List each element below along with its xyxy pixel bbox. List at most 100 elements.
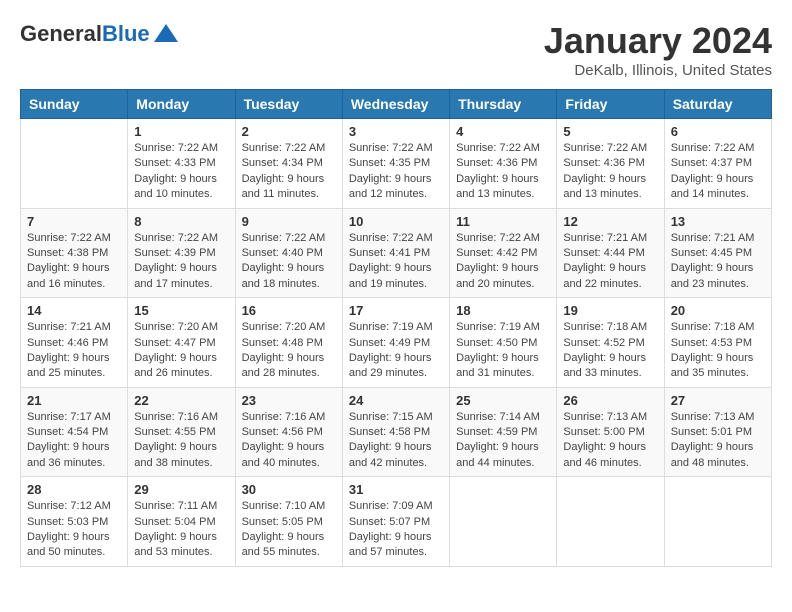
day-number: 13 — [671, 214, 765, 229]
day-info: Sunrise: 7:22 AM Sunset: 4:36 PM Dayligh… — [456, 141, 550, 203]
day-cell: 8 Sunrise: 7:22 AM Sunset: 4:39 PM Daylig… — [128, 208, 235, 298]
day-info: Sunrise: 7:20 AM Sunset: 4:48 PM Dayligh… — [242, 320, 336, 382]
day-number: 26 — [563, 393, 657, 408]
day-cell — [557, 477, 664, 567]
day-cell: 13 Sunrise: 7:21 AM Sunset: 4:45 PM Dayli… — [664, 208, 771, 298]
day-cell — [664, 477, 771, 567]
day-cell: 17 Sunrise: 7:19 AM Sunset: 4:49 PM Dayli… — [342, 298, 449, 388]
day-number: 12 — [563, 214, 657, 229]
week-row-1: 1Sunrise: 7:22 AM Sunset: 4:33 PM Daylig… — [21, 119, 772, 209]
day-cell — [450, 477, 557, 567]
day-info: Sunrise: 7:21 AM Sunset: 4:46 PM Dayligh… — [27, 320, 121, 382]
column-header-friday: Friday — [557, 90, 664, 119]
day-info: Sunrise: 7:22 AM Sunset: 4:33 PM Dayligh… — [134, 141, 228, 203]
week-row-2: 7Sunrise: 7:22 AM Sunset: 4:38 PM Daylig… — [21, 208, 772, 298]
day-number: 18 — [456, 303, 550, 318]
day-cell: 22 Sunrise: 7:16 AM Sunset: 4:55 PM Dayli… — [128, 387, 235, 477]
day-number: 14 — [27, 303, 121, 318]
day-info: Sunrise: 7:09 AM Sunset: 5:07 PM Dayligh… — [349, 499, 443, 561]
day-number: 9 — [242, 214, 336, 229]
column-header-tuesday: Tuesday — [235, 90, 342, 119]
day-info: Sunrise: 7:22 AM Sunset: 4:39 PM Dayligh… — [134, 231, 228, 293]
day-number: 17 — [349, 303, 443, 318]
day-cell: 1Sunrise: 7:22 AM Sunset: 4:33 PM Daylig… — [128, 119, 235, 209]
day-cell: 10 Sunrise: 7:22 AM Sunset: 4:41 PM Dayli… — [342, 208, 449, 298]
day-cell: 28Sunrise: 7:12 AM Sunset: 5:03 PM Dayli… — [21, 477, 128, 567]
header-row: SundayMondayTuesdayWednesdayThursdayFrid… — [21, 90, 772, 119]
day-cell — [21, 119, 128, 209]
day-cell: 27 Sunrise: 7:13 AM Sunset: 5:01 PM Dayli… — [664, 387, 771, 477]
day-info: Sunrise: 7:18 AM Sunset: 4:53 PM Dayligh… — [671, 320, 765, 382]
day-info: Sunrise: 7:22 AM Sunset: 4:37 PM Dayligh… — [671, 141, 765, 203]
day-number: 20 — [671, 303, 765, 318]
day-number: 23 — [242, 393, 336, 408]
day-number: 30 — [242, 482, 336, 497]
day-cell: 14 Sunrise: 7:21 AM Sunset: 4:46 PM Dayli… — [21, 298, 128, 388]
day-cell: 18 Sunrise: 7:19 AM Sunset: 4:50 PM Dayli… — [450, 298, 557, 388]
day-info: Sunrise: 7:22 AM Sunset: 4:36 PM Dayligh… — [563, 141, 657, 203]
day-cell: 21 Sunrise: 7:17 AM Sunset: 4:54 PM Dayli… — [21, 387, 128, 477]
column-header-monday: Monday — [128, 90, 235, 119]
day-cell: 7Sunrise: 7:22 AM Sunset: 4:38 PM Daylig… — [21, 208, 128, 298]
day-number: 7 — [27, 214, 121, 229]
logo-general: GeneralBlue — [20, 21, 150, 47]
day-info: Sunrise: 7:22 AM Sunset: 4:42 PM Dayligh… — [456, 231, 550, 293]
day-number: 4 — [456, 124, 550, 139]
day-cell: 2Sunrise: 7:22 AM Sunset: 4:34 PM Daylig… — [235, 119, 342, 209]
day-info: Sunrise: 7:12 AM Sunset: 5:03 PM Dayligh… — [27, 499, 121, 561]
calendar-body: 1Sunrise: 7:22 AM Sunset: 4:33 PM Daylig… — [21, 119, 772, 567]
column-header-saturday: Saturday — [664, 90, 771, 119]
day-info: Sunrise: 7:10 AM Sunset: 5:05 PM Dayligh… — [242, 499, 336, 561]
day-cell: 12 Sunrise: 7:21 AM Sunset: 4:44 PM Dayli… — [557, 208, 664, 298]
day-info: Sunrise: 7:16 AM Sunset: 4:55 PM Dayligh… — [134, 410, 228, 472]
day-info: Sunrise: 7:14 AM Sunset: 4:59 PM Dayligh… — [456, 410, 550, 472]
day-cell: 5 Sunrise: 7:22 AM Sunset: 4:36 PM Daylig… — [557, 119, 664, 209]
day-info: Sunrise: 7:22 AM Sunset: 4:34 PM Dayligh… — [242, 141, 336, 203]
day-number: 19 — [563, 303, 657, 318]
day-info: Sunrise: 7:15 AM Sunset: 4:58 PM Dayligh… — [349, 410, 443, 472]
day-info: Sunrise: 7:21 AM Sunset: 4:45 PM Dayligh… — [671, 231, 765, 293]
day-info: Sunrise: 7:13 AM Sunset: 5:00 PM Dayligh… — [563, 410, 657, 472]
day-info: Sunrise: 7:22 AM Sunset: 4:40 PM Dayligh… — [242, 231, 336, 293]
day-info: Sunrise: 7:19 AM Sunset: 4:50 PM Dayligh… — [456, 320, 550, 382]
day-number: 6 — [671, 124, 765, 139]
day-cell: 6 Sunrise: 7:22 AM Sunset: 4:37 PM Daylig… — [664, 119, 771, 209]
day-info: Sunrise: 7:22 AM Sunset: 4:35 PM Dayligh… — [349, 141, 443, 203]
day-info: Sunrise: 7:11 AM Sunset: 5:04 PM Dayligh… — [134, 499, 228, 561]
day-number: 11 — [456, 214, 550, 229]
main-title: January 2024 — [544, 20, 772, 62]
logo-icon — [152, 20, 180, 48]
day-cell: 3 Sunrise: 7:22 AM Sunset: 4:35 PM Daylig… — [342, 119, 449, 209]
day-number: 3 — [349, 124, 443, 139]
week-row-5: 28Sunrise: 7:12 AM Sunset: 5:03 PM Dayli… — [21, 477, 772, 567]
day-number: 10 — [349, 214, 443, 229]
day-info: Sunrise: 7:18 AM Sunset: 4:52 PM Dayligh… — [563, 320, 657, 382]
day-info: Sunrise: 7:22 AM Sunset: 4:41 PM Dayligh… — [349, 231, 443, 293]
week-row-3: 14 Sunrise: 7:21 AM Sunset: 4:46 PM Dayli… — [21, 298, 772, 388]
day-number: 22 — [134, 393, 228, 408]
day-number: 15 — [134, 303, 228, 318]
header: GeneralBlue January 2024 DeKalb, Illinoi… — [20, 20, 772, 79]
day-cell: 26 Sunrise: 7:13 AM Sunset: 5:00 PM Dayli… — [557, 387, 664, 477]
day-info: Sunrise: 7:13 AM Sunset: 5:01 PM Dayligh… — [671, 410, 765, 472]
day-cell: 23 Sunrise: 7:16 AM Sunset: 4:56 PM Dayli… — [235, 387, 342, 477]
day-number: 27 — [671, 393, 765, 408]
calendar-header: SundayMondayTuesdayWednesdayThursdayFrid… — [21, 90, 772, 119]
day-cell: 4 Sunrise: 7:22 AM Sunset: 4:36 PM Daylig… — [450, 119, 557, 209]
column-header-wednesday: Wednesday — [342, 90, 449, 119]
day-info: Sunrise: 7:16 AM Sunset: 4:56 PM Dayligh… — [242, 410, 336, 472]
day-number: 16 — [242, 303, 336, 318]
day-info: Sunrise: 7:20 AM Sunset: 4:47 PM Dayligh… — [134, 320, 228, 382]
day-number: 29 — [134, 482, 228, 497]
day-cell: 11 Sunrise: 7:22 AM Sunset: 4:42 PM Dayli… — [450, 208, 557, 298]
day-info: Sunrise: 7:17 AM Sunset: 4:54 PM Dayligh… — [27, 410, 121, 472]
column-header-thursday: Thursday — [450, 90, 557, 119]
day-number: 5 — [563, 124, 657, 139]
day-info: Sunrise: 7:19 AM Sunset: 4:49 PM Dayligh… — [349, 320, 443, 382]
day-cell: 9 Sunrise: 7:22 AM Sunset: 4:40 PM Daylig… — [235, 208, 342, 298]
day-cell: 19 Sunrise: 7:18 AM Sunset: 4:52 PM Dayli… — [557, 298, 664, 388]
day-info: Sunrise: 7:21 AM Sunset: 4:44 PM Dayligh… — [563, 231, 657, 293]
title-area: January 2024 DeKalb, Illinois, United St… — [544, 20, 772, 79]
day-number: 8 — [134, 214, 228, 229]
day-number: 21 — [27, 393, 121, 408]
